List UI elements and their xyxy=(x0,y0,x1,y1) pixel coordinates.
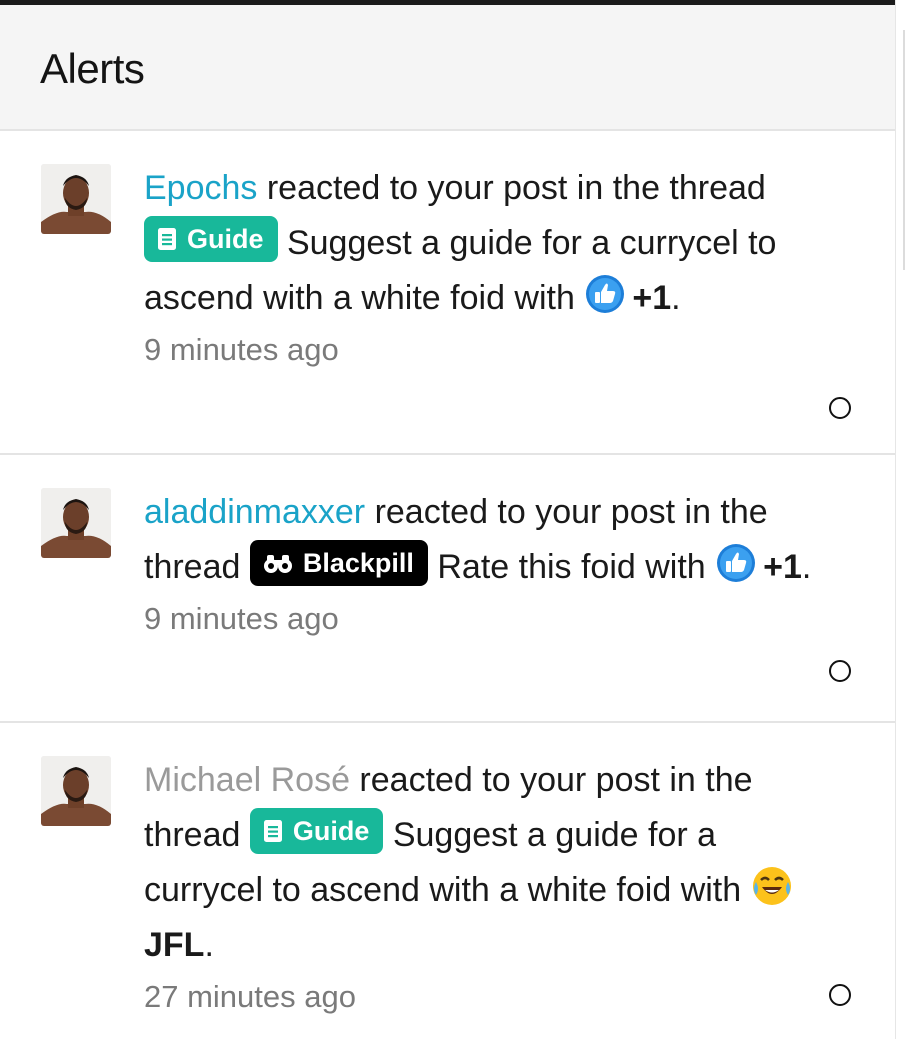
alert-item[interactable]: Michael Rosé reacted to your post in the… xyxy=(0,723,895,1037)
alert-action-text: reacted to your post in the thread xyxy=(257,169,766,207)
book-icon xyxy=(158,228,176,250)
prefix-label-text: Guide xyxy=(187,224,264,254)
prefix-label-text: Guide xyxy=(292,816,370,846)
alert-time: 9 minutes ago xyxy=(144,332,339,367)
laughing-tears-icon xyxy=(752,867,791,905)
username-link[interactable]: Michael Rosé xyxy=(144,761,350,799)
alert-end: . xyxy=(801,548,812,586)
avatar[interactable] xyxy=(41,488,111,558)
scrollbar[interactable] xyxy=(903,30,905,270)
page-title: Alerts xyxy=(40,45,145,92)
thumbs-up-icon xyxy=(586,275,625,313)
reaction-name: +1 xyxy=(763,548,802,586)
alert-text: Michael Rosé reacted to your post in the… xyxy=(144,753,835,973)
reaction-name: JFL xyxy=(144,926,205,964)
alert-end: . xyxy=(671,279,681,317)
username-link[interactable]: aladdinmaxxer xyxy=(144,493,365,531)
alert-item[interactable]: Epochs reacted to your post in the threa… xyxy=(0,131,895,455)
prefix-label-guide[interactable]: Guide xyxy=(144,216,278,262)
reaction-name: +1 xyxy=(632,279,672,317)
alerts-panel: Alerts Epochs reacted to your post in th… xyxy=(0,5,895,1039)
mark-read-toggle[interactable] xyxy=(829,397,851,419)
alert-text: aladdinmaxxer reacted to your post in th… xyxy=(144,485,835,595)
thread-title-link[interactable]: Rate this foid with xyxy=(428,548,715,586)
alert-end: . xyxy=(204,926,214,964)
prefix-label-text: Blackpill xyxy=(302,548,414,578)
prefix-label-blackpill[interactable]: Blackpill xyxy=(249,540,428,586)
alert-item[interactable]: aladdinmaxxer reacted to your post in th… xyxy=(0,455,895,723)
avatar[interactable] xyxy=(41,164,111,234)
avatar[interactable] xyxy=(41,756,111,826)
mark-read-toggle[interactable] xyxy=(829,984,851,1006)
alerts-header: Alerts xyxy=(0,5,895,131)
alert-text: Epochs reacted to your post in the threa… xyxy=(144,161,835,326)
username-link[interactable]: Epochs xyxy=(144,169,257,207)
alert-time: 27 minutes ago xyxy=(144,979,356,1014)
thumbs-up-icon xyxy=(717,544,756,582)
mark-read-toggle[interactable] xyxy=(829,660,851,682)
book-icon xyxy=(263,820,282,842)
binoculars-icon xyxy=(263,555,292,573)
prefix-label-guide[interactable]: Guide xyxy=(249,808,384,854)
alert-time: 9 minutes ago xyxy=(144,601,339,636)
